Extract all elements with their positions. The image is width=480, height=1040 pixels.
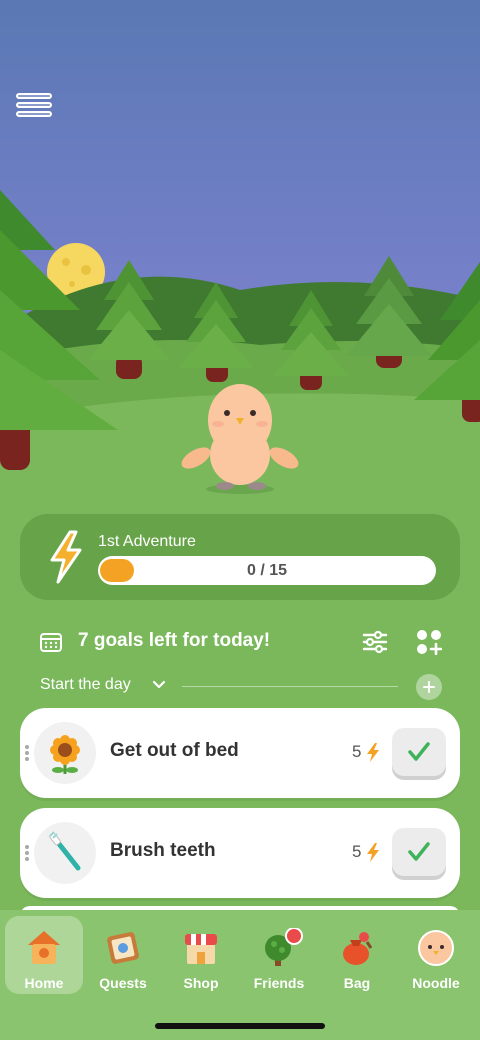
adventure-progress-bar: 0 / 15 — [98, 556, 436, 585]
nav-label: Noodle — [412, 975, 460, 991]
sunflower-icon — [34, 722, 96, 784]
section-divider — [182, 686, 398, 687]
friends-tree-icon — [265, 928, 303, 966]
forest-illustration — [0, 0, 480, 500]
bottom-navigation: Home Quests Shop Friends Bag Noodle — [0, 910, 480, 1040]
noodle-face-icon — [418, 930, 454, 966]
checkmark-icon — [408, 742, 430, 761]
nav-item-friends[interactable]: Friends — [240, 916, 318, 994]
task-title: Brush teeth — [110, 840, 216, 861]
section-label[interactable]: Start the day — [40, 676, 131, 694]
task-energy-value: 5 — [352, 842, 362, 861]
complete-task-button[interactable] — [392, 828, 446, 876]
bag-icon — [343, 932, 373, 965]
goals-left-text: 7 goals left for today! — [78, 630, 271, 651]
nav-item-quests[interactable]: Quests — [84, 916, 162, 994]
add-widget-grid-icon[interactable] — [416, 629, 442, 655]
quest-board-icon — [107, 932, 139, 964]
plus-icon[interactable] — [416, 674, 442, 700]
nav-label: Friends — [253, 975, 305, 991]
task-energy-value: 5 — [352, 742, 362, 761]
filter-sliders-icon[interactable] — [362, 630, 388, 654]
calendar-icon — [40, 633, 62, 652]
notification-badge-icon — [285, 928, 303, 945]
hamburger-menu-icon[interactable] — [16, 93, 52, 121]
home-indicator[interactable] — [155, 1023, 325, 1029]
chevron-down-icon[interactable] — [152, 680, 166, 690]
nav-label: Shop — [183, 975, 219, 991]
drag-handle-icon[interactable] — [25, 845, 31, 863]
task-card-get-out-of-bed[interactable]: Get out of bed 5 — [20, 708, 460, 798]
nav-label: Quests — [99, 975, 147, 991]
checkmark-icon — [408, 842, 430, 861]
nav-item-home[interactable]: Home — [5, 916, 83, 994]
nav-item-noodle[interactable]: Noodle — [397, 916, 475, 994]
drag-handle-icon[interactable] — [25, 745, 31, 763]
nav-label: Bag — [343, 975, 371, 991]
goals-summary-row: 7 goals left for today! — [40, 628, 460, 656]
adventure-title: 1st Adventure — [98, 533, 196, 550]
lightning-bolt-icon — [50, 530, 82, 584]
adventure-progress-text: 0 / 15 — [246, 562, 288, 579]
toothbrush-icon — [34, 822, 96, 884]
birdhouse-icon — [28, 931, 60, 964]
complete-task-button[interactable] — [392, 728, 446, 776]
section-header-start-the-day: Start the day — [40, 674, 442, 700]
task-card-brush-teeth[interactable]: Brush teeth 5 — [20, 808, 460, 898]
shop-icon — [185, 934, 217, 964]
nav-item-shop[interactable]: Shop — [162, 916, 240, 994]
nav-item-bag[interactable]: Bag — [318, 916, 396, 994]
lightning-bolt-icon — [367, 743, 379, 762]
task-title: Get out of bed — [110, 740, 239, 761]
lightning-bolt-icon — [367, 843, 379, 862]
forest-scene — [0, 0, 480, 500]
nav-label: Home — [24, 975, 64, 991]
